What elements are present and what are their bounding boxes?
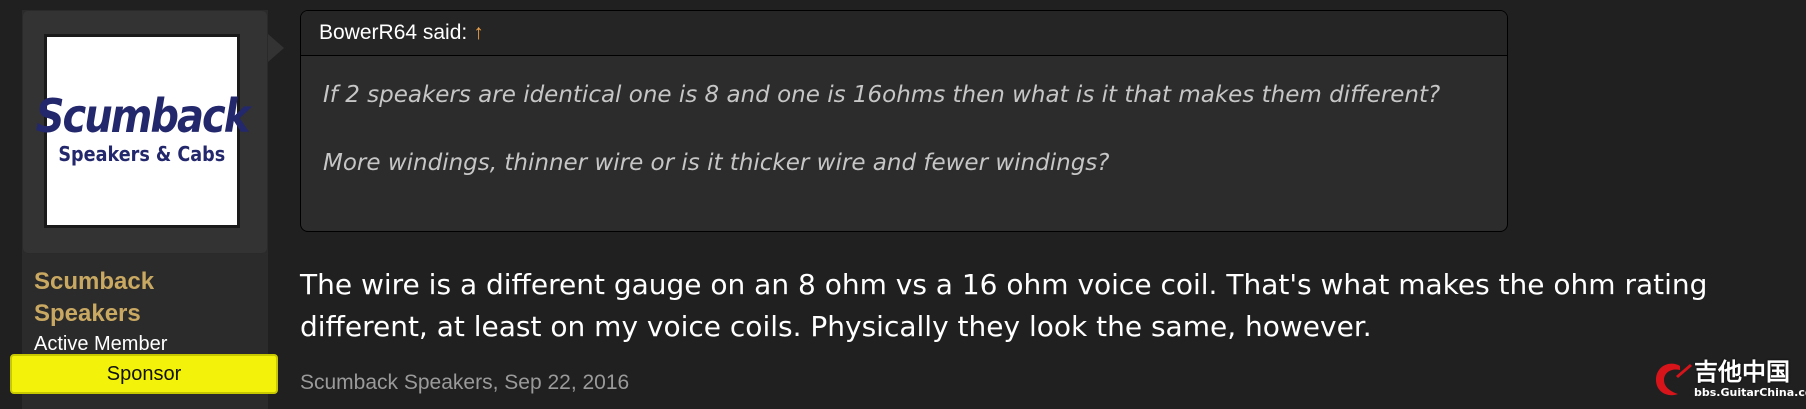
post-body: The wire is a different gauge on an 8 oh… <box>300 268 1708 343</box>
user-sidebar: Scumback Speakers & Cabs Scumback Speake… <box>22 10 284 409</box>
user-title: Active Member <box>34 333 168 355</box>
site-watermark: 吉他中国 bbs.GuitarChina.com <box>1650 358 1806 404</box>
quote-header: BowerR64 said: ↑ <box>301 11 1507 56</box>
avatar-frame: Scumback Speakers & Cabs <box>22 10 268 254</box>
quote-block: BowerR64 said: ↑ If 2 speakers are identi… <box>300 10 1508 232</box>
sponsor-badge: Sponsor <box>10 354 278 394</box>
avatar[interactable]: Scumback Speakers & Cabs <box>36 34 250 228</box>
post-meta: Scumback Speakers, Sep 22, 2016 <box>300 371 630 394</box>
watermark-cn: 吉他中国 <box>1694 358 1790 386</box>
quote-line: More windings, thinner wire or is it thi… <box>323 150 1110 176</box>
jump-to-quote-icon[interactable]: ↑ <box>473 21 484 44</box>
message-pointer <box>268 34 284 62</box>
quote-author-link[interactable]: BowerR64 said: <box>319 21 467 44</box>
user-name-link[interactable]: Scumback Speakers <box>34 266 244 330</box>
watermark-url: bbs.GuitarChina.com <box>1694 386 1806 399</box>
quote-body: If 2 speakers are identical one is 8 and… <box>301 56 1507 180</box>
post-author-link[interactable]: Scumback Speakers <box>300 371 493 394</box>
post-date-link[interactable]: Sep 22, 2016 <box>504 371 629 394</box>
guitar-logo-icon <box>1656 363 1692 396</box>
quote-line: If 2 speakers are identical one is 8 and… <box>323 82 1441 108</box>
logo-main-text: Scumback <box>35 90 251 144</box>
logo-sub-text: Speakers & Cabs <box>58 142 226 166</box>
